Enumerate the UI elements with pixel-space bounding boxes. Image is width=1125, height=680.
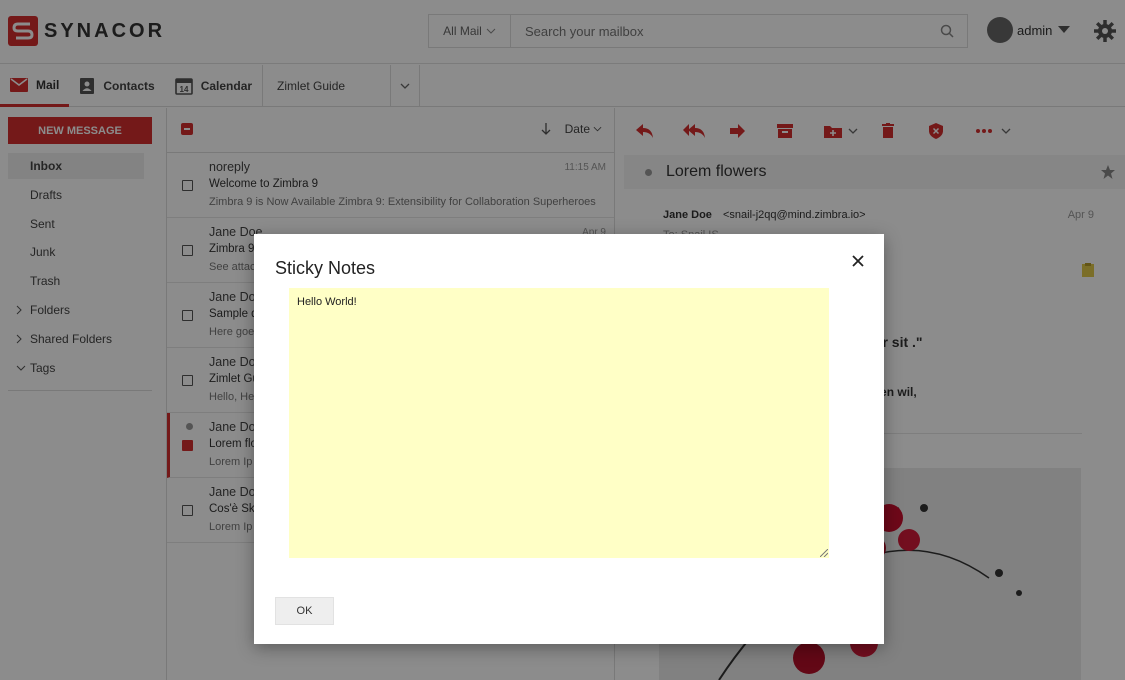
dialog-title: Sticky Notes xyxy=(275,258,376,278)
resize-handle-icon[interactable] xyxy=(820,549,828,557)
close-icon[interactable] xyxy=(850,253,866,269)
sticky-note-textarea[interactable]: Hello World! xyxy=(289,288,829,558)
ok-button[interactable]: OK xyxy=(275,597,334,625)
sticky-notes-dialog: Sticky Notes Hello World! OK xyxy=(254,234,884,644)
